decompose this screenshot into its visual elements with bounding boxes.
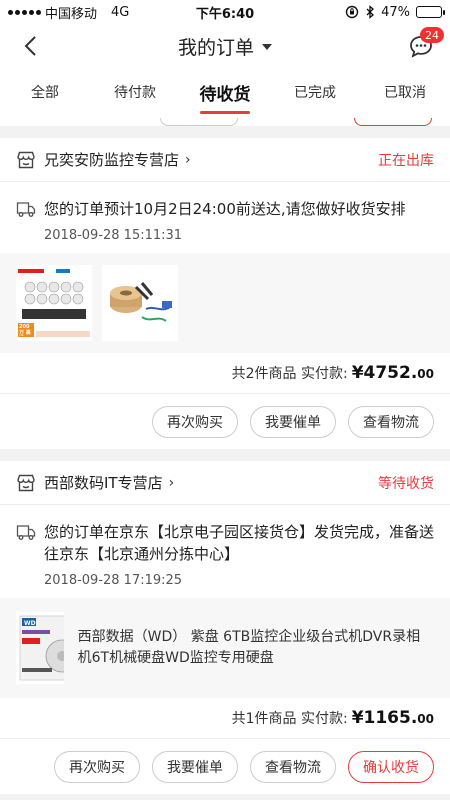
chevron-left-icon: [24, 36, 36, 56]
tracking-message: 您的订单预计10月2日24:00前送达,请您做好收货安排: [44, 200, 406, 218]
shop-row[interactable]: 西部数码IT专营店 › 等待收货: [0, 461, 450, 505]
tab-completed[interactable]: 已完成: [270, 68, 360, 116]
previous-button-edge: [160, 118, 238, 126]
tracking-time: 2018-09-28 17:19:25: [44, 573, 183, 588]
shop-name: 兄奕安防监控专营店: [44, 151, 180, 169]
status-left: 中国移动 4G: [8, 3, 129, 22]
product-thumbnail[interactable]: [102, 265, 178, 341]
previous-button-edge: [354, 118, 432, 126]
nav-header: 我的订单 24: [0, 24, 450, 68]
store-icon: [17, 474, 35, 491]
total-label: 共1件商品 实付款:: [231, 711, 348, 727]
order-actions: 再次购买 我要催单 查看物流 确认收货: [0, 738, 450, 794]
tracking-info[interactable]: 您的订单预计10月2日24:00前送达,请您做好收货安排 2018-09-28 …: [0, 182, 450, 253]
carrier-label: 中国移动: [45, 6, 98, 22]
tab-all[interactable]: 全部: [0, 68, 90, 116]
product-thumbnail[interactable]: WD: [16, 612, 64, 684]
order-total: 共1件商品 实付款: ¥1165.00: [0, 698, 450, 738]
store-icon: [17, 151, 35, 168]
svg-text:WD: WD: [24, 620, 36, 627]
tab-cancelled[interactable]: 已取消: [360, 68, 450, 116]
order-actions: 再次购买 我要催单 查看物流: [0, 393, 450, 449]
hard-drive-box-image: WD: [16, 612, 64, 684]
buy-again-button[interactable]: 再次购买: [54, 750, 140, 783]
divider: [0, 126, 450, 138]
chevron-right-icon: ›: [185, 151, 191, 168]
order-total: 共2件商品 实付款: ¥4752.00: [0, 353, 450, 393]
view-logistics-button[interactable]: 查看物流: [348, 405, 434, 438]
network-label: 4G: [111, 4, 130, 20]
status-right: 47%: [345, 4, 445, 20]
rotation-lock-icon: [345, 5, 359, 19]
signal-icon: [8, 9, 41, 15]
page-title: 我的订单: [177, 36, 254, 59]
confirm-receipt-button[interactable]: 确认收货: [348, 750, 434, 783]
tracking-text: 您的订单在京东【北京电子园区接货仓】发货完成，准备送往京东【北京通州分拣中心】 …: [44, 521, 434, 588]
order-status: 正在出库: [378, 152, 434, 169]
price-cents: 00: [417, 367, 434, 381]
urge-order-button[interactable]: 我要催单: [152, 750, 238, 783]
thumbnail-badge-text: 200万 高清: [19, 324, 31, 336]
total-label: 共2件商品 实付款:: [231, 366, 348, 382]
tracking-time: 2018-09-28 15:11:31: [44, 228, 183, 243]
total-price: ¥4752.00: [352, 363, 434, 383]
product-row[interactable]: WD 西部数据（WD） 紫盘 6TB监控企业级台式机DVR录相机6T机械硬盘WD…: [0, 598, 450, 698]
battery-icon: [416, 6, 445, 18]
chevron-right-icon: ›: [168, 474, 175, 491]
tracking-message: 您的订单在京东【北京电子园区接货仓】发货完成，准备送往京东【北京通州分拣中心】: [44, 523, 435, 563]
tracking-text: 您的订单预计10月2日24:00前送达,请您做好收货安排 2018-09-28 …: [44, 198, 434, 243]
messages-button[interactable]: 24: [406, 27, 444, 60]
price-main: ¥4752.: [351, 363, 418, 383]
truck-icon: [16, 202, 36, 217]
order-status: 等待收货: [378, 475, 434, 492]
message-count-badge: 24: [420, 27, 444, 43]
tracking-info[interactable]: 您的订单在京东【北京电子园区接货仓】发货完成，准备送往京东【北京通州分拣中心】 …: [0, 505, 450, 598]
total-price: ¥1165.00: [352, 708, 434, 728]
previous-order-tail: [0, 116, 450, 126]
price-main: ¥1165.: [351, 708, 418, 728]
product-thumbnails[interactable]: 200万 高清: [0, 253, 450, 353]
order-card: 西部数码IT专营店 › 等待收货 您的订单在京东【北京电子园区接货仓】发货完成，…: [0, 461, 450, 794]
order-list[interactable]: 兄奕安防监控专营店 › 正在出库 您的订单预计10月2日24:00前送达,请您做…: [0, 116, 450, 800]
urge-order-button[interactable]: 我要催单: [250, 405, 336, 438]
order-tabs: 全部 待付款 待收货 已完成 已取消: [0, 68, 450, 116]
shop-name: 西部数码IT专营店: [44, 474, 163, 492]
back-button[interactable]: [16, 32, 44, 60]
caret-down-icon: [262, 44, 272, 50]
tab-pending-receipt[interactable]: 待收货: [180, 68, 270, 116]
cable-tools-image: [102, 265, 178, 341]
view-logistics-button[interactable]: 查看物流: [250, 750, 336, 783]
product-name: 西部数据（WD） 紫盘 6TB监控企业级台式机DVR录相机6T机械硬盘WD监控专…: [77, 629, 421, 666]
bluetooth-icon: [366, 5, 375, 19]
order-card: 兄奕安防监控专营店 › 正在出库 您的订单预计10月2日24:00前送达,请您做…: [0, 138, 450, 449]
price-cents: 00: [417, 712, 434, 726]
shop-row[interactable]: 兄奕安防监控专营店 › 正在出库: [0, 138, 450, 182]
battery-percent: 47%: [381, 4, 410, 20]
divider: [0, 449, 450, 461]
tab-pending-payment[interactable]: 待付款: [90, 68, 180, 116]
status-bar: 中国移动 4G 下午6:40 47%: [0, 0, 450, 24]
buy-again-button[interactable]: 再次购买: [152, 405, 238, 438]
truck-icon: [16, 525, 36, 540]
order-filter-dropdown[interactable]: 我的订单: [178, 33, 272, 60]
product-thumbnail[interactable]: 200万 高清: [16, 265, 92, 341]
